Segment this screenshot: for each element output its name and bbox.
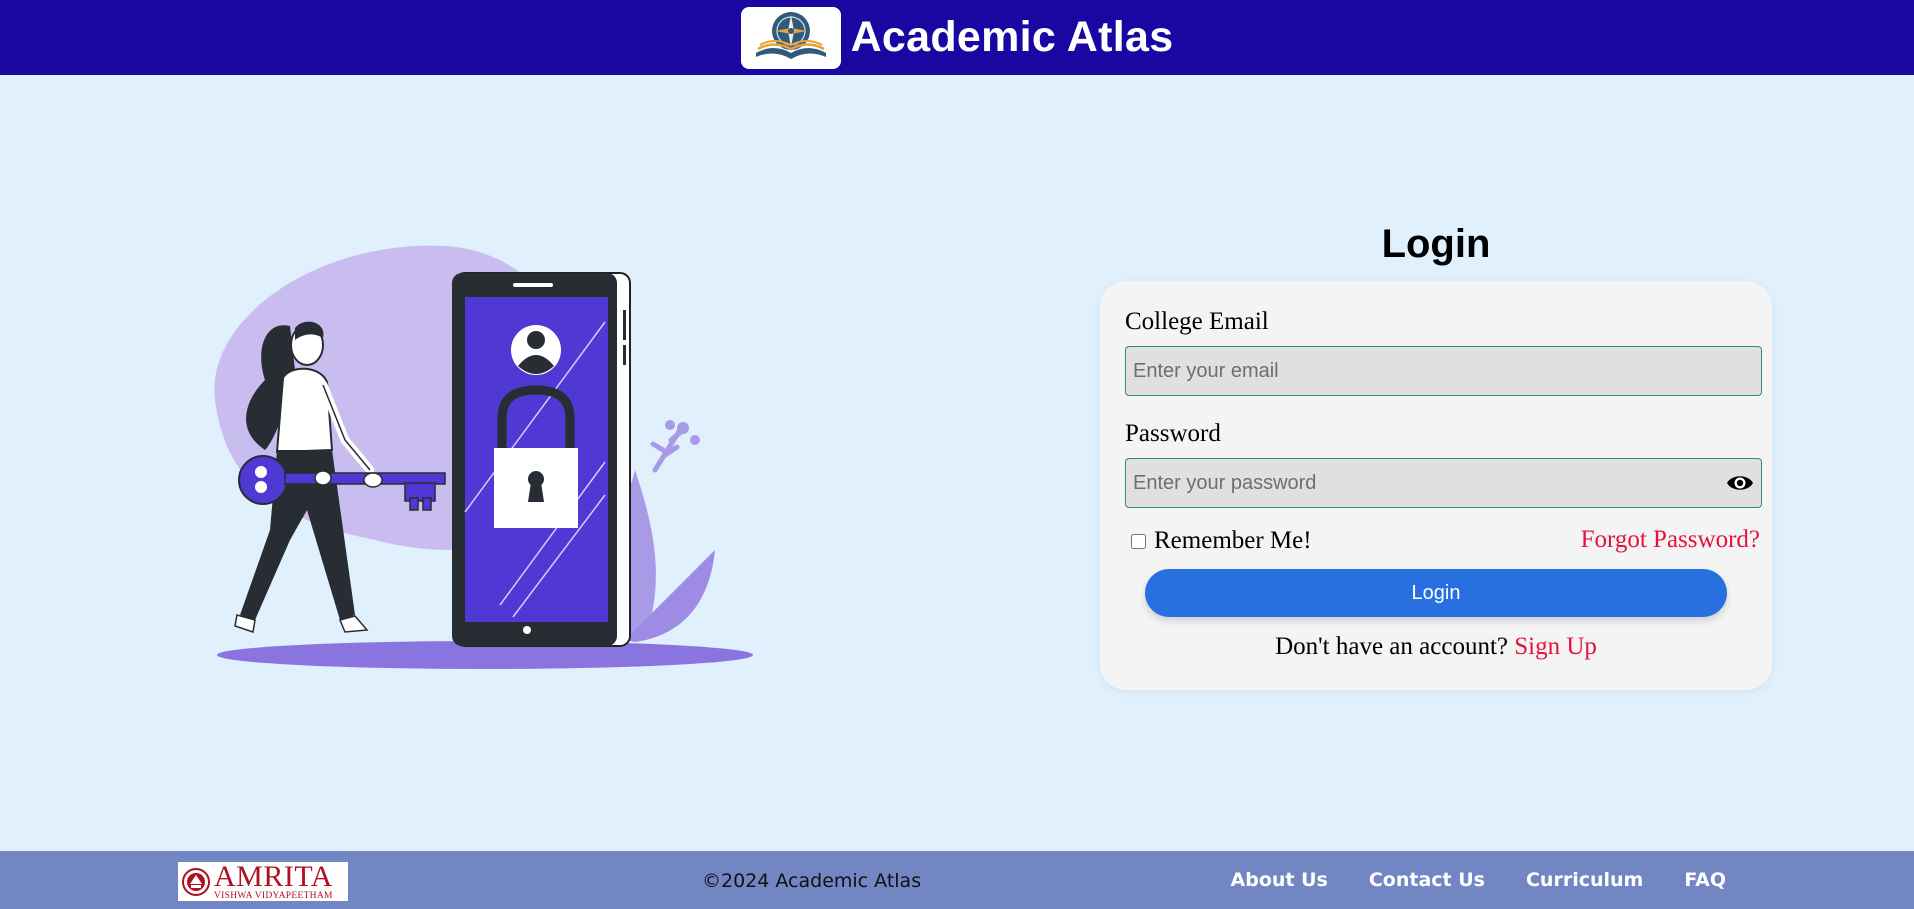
password-field[interactable] xyxy=(1125,458,1762,508)
signup-row: Don't have an account? Sign Up xyxy=(1100,633,1772,661)
no-account-text: Don't have an account? xyxy=(1275,633,1508,660)
footer-link-about[interactable]: About Us xyxy=(1231,869,1328,891)
login-card: College Email Password Remember Me! Forg… xyxy=(1100,281,1772,690)
login-heading: Login xyxy=(1381,222,1491,266)
password-label: Password xyxy=(1125,420,1221,447)
signup-link[interactable]: Sign Up xyxy=(1514,633,1597,660)
app-logo[interactable] xyxy=(740,6,841,69)
login-button[interactable]: Login xyxy=(1145,569,1727,617)
footer: AMRITA VISHWA VIDYAPEETHAM ©2024 Academi… xyxy=(0,851,1914,909)
copyright-text: ©2024 Academic Atlas xyxy=(702,870,922,892)
amrita-name: AMRITA xyxy=(214,859,333,893)
footer-link-contact[interactable]: Contact Us xyxy=(1369,869,1485,891)
amrita-subtitle: VISHWA VIDYAPEETHAM xyxy=(214,890,333,901)
top-header: Academic Atlas xyxy=(0,0,1914,75)
footer-link-faq[interactable]: FAQ xyxy=(1684,869,1726,891)
password-field-wrapper xyxy=(1100,458,1772,508)
remember-me[interactable]: Remember Me! xyxy=(1131,527,1312,555)
forgot-password-link[interactable]: Forgot Password? xyxy=(1581,526,1760,554)
compass-book-logo-icon xyxy=(755,11,826,59)
app-title: Academic Atlas xyxy=(850,13,1174,61)
eye-icon[interactable] xyxy=(1726,472,1754,494)
footer-nav: About Us Contact Us Curriculum FAQ xyxy=(1231,869,1726,891)
amrita-emblem-icon xyxy=(182,867,210,896)
woman-with-key-phone-lock-illustration xyxy=(214,245,753,669)
login-illustration xyxy=(195,240,755,670)
email-label: College Email xyxy=(1125,308,1269,335)
remember-label: Remember Me! xyxy=(1154,527,1312,554)
footer-link-curriculum[interactable]: Curriculum xyxy=(1526,869,1643,891)
amrita-logo[interactable]: AMRITA VISHWA VIDYAPEETHAM xyxy=(178,859,348,901)
remember-checkbox[interactable] xyxy=(1131,533,1146,549)
email-field[interactable] xyxy=(1125,346,1762,396)
